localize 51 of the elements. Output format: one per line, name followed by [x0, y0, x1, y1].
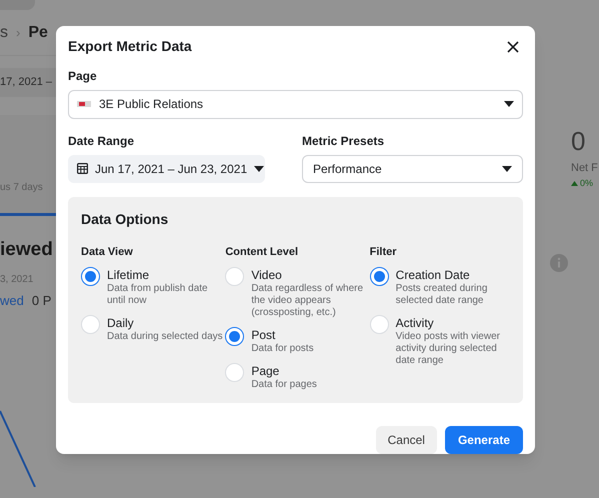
breadcrumb-separator: ›: [16, 24, 20, 42]
option-label: Lifetime: [107, 268, 150, 284]
option-label: Video: [251, 268, 283, 284]
page-select[interactable]: 3E Public Relations: [68, 90, 523, 119]
section-tab[interactable]: wed: [0, 291, 24, 310]
option-label: Daily: [107, 316, 135, 332]
caret-icon: [504, 101, 514, 108]
date-pill[interactable]: 17, 2021 –: [0, 68, 56, 97]
option-description: Data for pages: [251, 379, 318, 392]
option-description: Posts created during selected date range: [396, 283, 488, 308]
option-label: Creation Date: [396, 268, 471, 284]
calendar-icon: [77, 163, 88, 174]
flag-icon: [77, 101, 91, 108]
radio-button[interactable]: [225, 327, 244, 346]
option-description: Video posts with viewer activity during selected date range: [396, 331, 501, 368]
panel-title: Data Options: [81, 210, 170, 229]
stat-change: 0%: [571, 176, 599, 190]
date-range-button[interactable]: Jun 17, 2021 – Jun 23, 2021: [68, 154, 265, 183]
group-title: Data View: [81, 244, 134, 260]
field-label: Date Range: [68, 132, 136, 150]
metric-presets-select[interactable]: Performance: [302, 154, 523, 183]
option-description: Data regardless of where the video appears (crossposting, etc.): [251, 283, 364, 320]
caret-icon: [254, 166, 264, 172]
info-icon: [550, 254, 568, 272]
group-title: Content Level: [225, 244, 300, 260]
dialog-title: Export Metric Data: [68, 37, 192, 56]
generate-button[interactable]: Generate: [444, 426, 523, 454]
radio-button[interactable]: [370, 267, 389, 286]
option-description: Data during selected days: [107, 331, 224, 344]
breadcrumb-link[interactable]: s: [0, 20, 8, 44]
field-label: Page: [68, 68, 98, 85]
close-icon: [507, 40, 519, 53]
section-title: iewed: [0, 240, 54, 259]
caret-icon: [502, 166, 512, 172]
option-label: Activity: [396, 316, 435, 332]
breadcrumb-current: Pe: [28, 22, 48, 42]
up-triangle-icon: [571, 180, 578, 186]
tab-indicator: [0, 213, 56, 216]
option-description: Data for posts: [251, 343, 315, 356]
section-tab[interactable]: 0 P: [32, 291, 52, 310]
option-label: Page: [251, 364, 280, 380]
option-description: Data from publish date until now: [107, 283, 209, 308]
stat-value: 0: [571, 128, 586, 154]
close-button[interactable]: [505, 38, 521, 55]
cancel-button[interactable]: Cancel: [376, 426, 437, 454]
section-date: 3, 2021: [0, 275, 34, 285]
option-label: Post: [251, 328, 276, 344]
stat-label: Net F: [571, 161, 599, 176]
group-title: Filter: [370, 244, 398, 260]
radio-button[interactable]: [81, 267, 100, 286]
field-label: Metric Presets: [302, 132, 386, 150]
